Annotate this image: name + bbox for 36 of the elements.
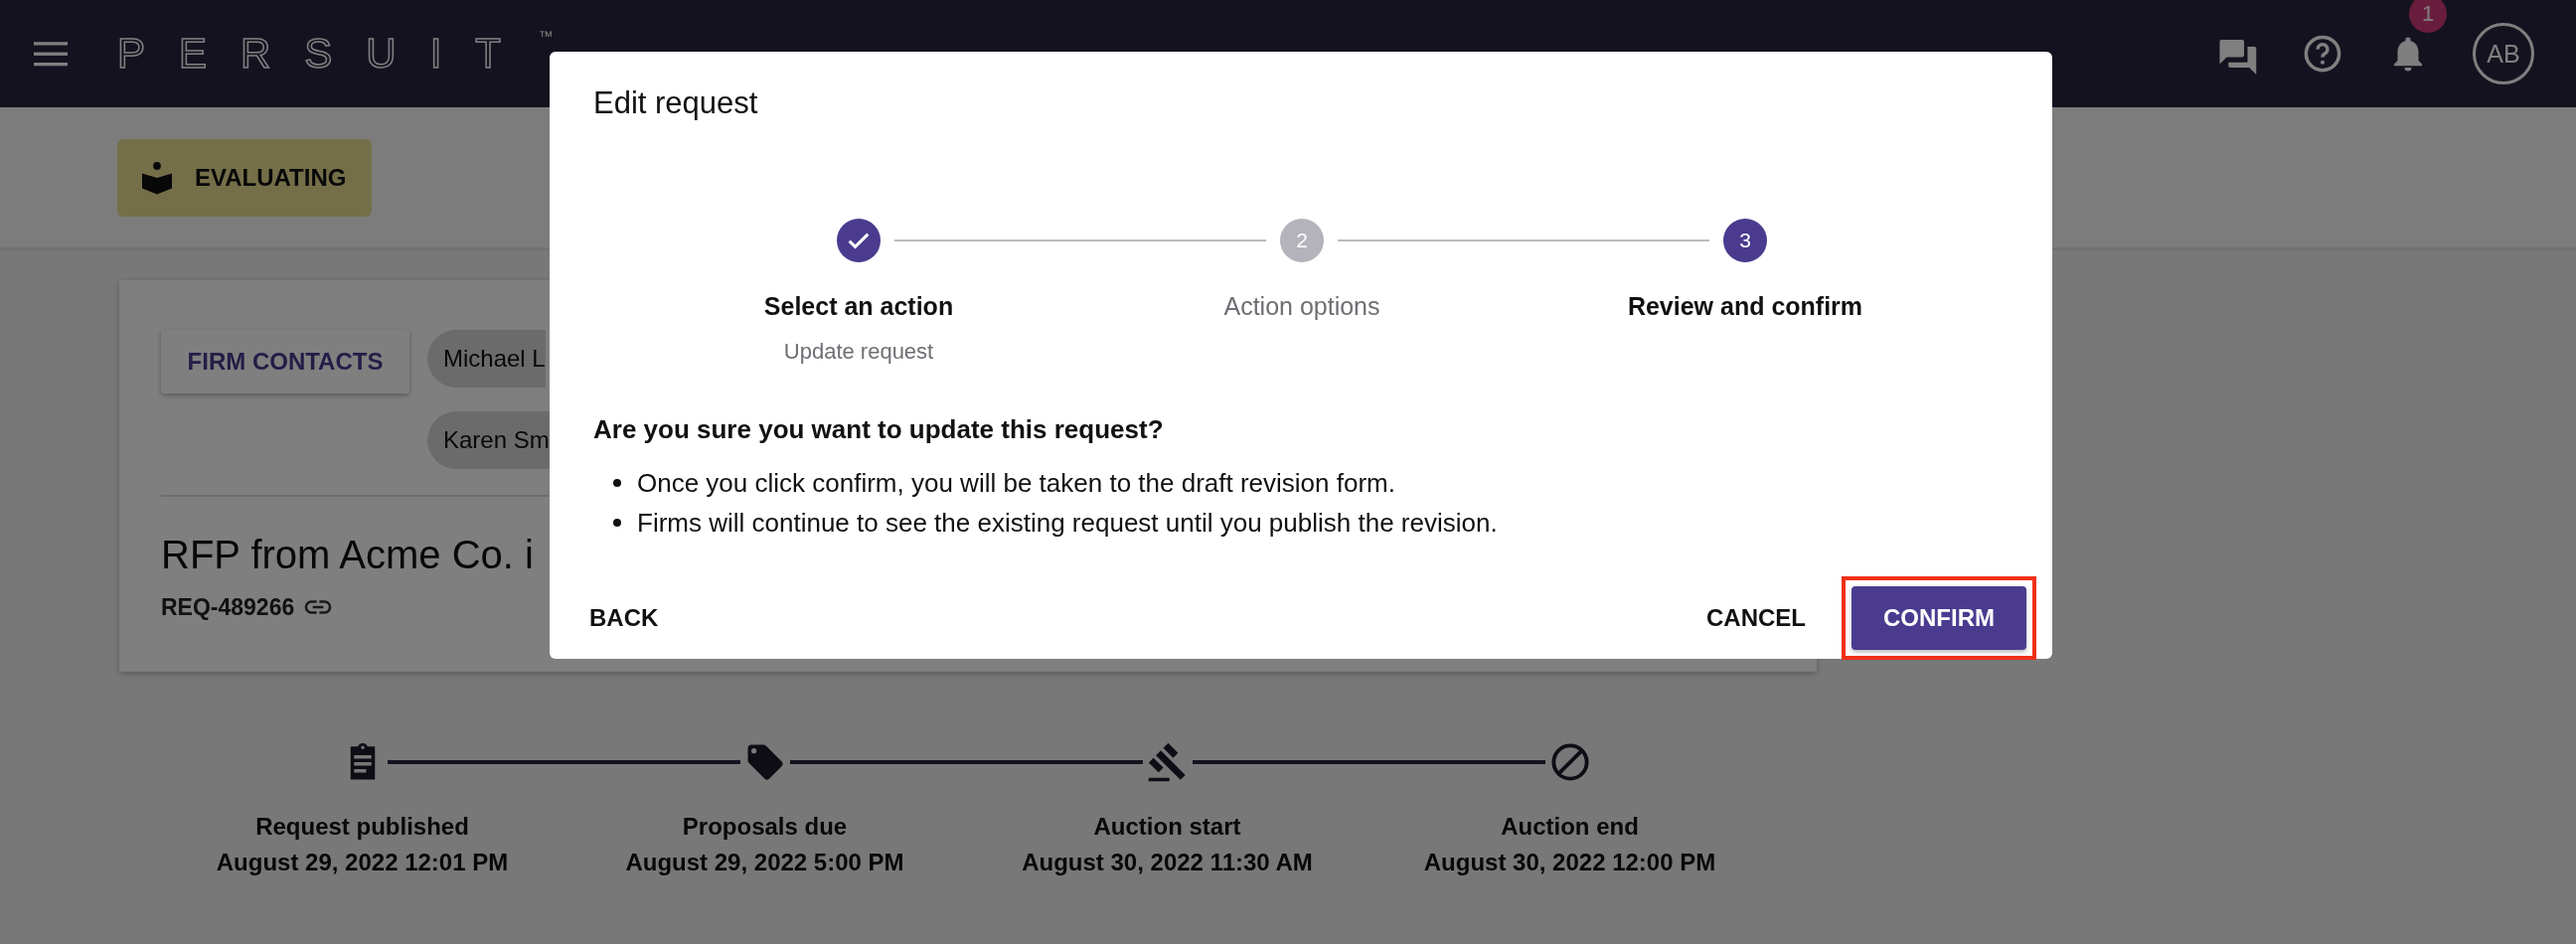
- user-avatar[interactable]: AB: [2473, 23, 2534, 84]
- bullet-icon: [613, 479, 621, 487]
- bullet-text: Firms will continue to see the existing request until you publish the revision.: [637, 507, 1498, 539]
- step-indicator: 2: [1280, 219, 1324, 262]
- notification-count: 1: [2409, 0, 2447, 33]
- confirm-button[interactable]: CONFIRM: [1852, 586, 2026, 650]
- request-title: RFP from Acme Co. i: [161, 533, 534, 577]
- step-subtitle: Update request: [783, 339, 934, 365]
- firm-contacts-button[interactable]: FIRM CONTACTS: [161, 330, 409, 393]
- step-indicator: 3: [1723, 219, 1767, 262]
- milestone-date: August 29, 2022 5:00 PM: [625, 849, 904, 876]
- trademark-sign: ™: [539, 28, 554, 44]
- contact-chip[interactable]: Michael L: [427, 330, 546, 388]
- dialog-title: Edit request: [593, 85, 759, 121]
- step-title: Action options: [1223, 292, 1380, 321]
- contact-chip[interactable]: Karen Sm: [427, 411, 550, 469]
- cancel-button[interactable]: CANCEL: [1706, 594, 1806, 642]
- step-title: Select an action: [763, 292, 954, 321]
- milestone-label: Proposals due: [682, 813, 848, 841]
- help-icon[interactable]: [2302, 33, 2343, 75]
- menu-icon[interactable]: [34, 41, 68, 67]
- status-label: EVALUATING: [195, 163, 347, 192]
- milestone-date: August 29, 2022 12:01 PM: [216, 849, 509, 876]
- milestone-label: Auction end: [1501, 813, 1639, 841]
- bullet-icon: [613, 519, 621, 527]
- milestone-label: Auction start: [1093, 813, 1241, 841]
- blocked-icon: [1548, 741, 1591, 783]
- milestone-date: August 30, 2022 12:00 PM: [1423, 849, 1716, 876]
- request-reference: REQ-489266: [161, 593, 295, 621]
- confirmation-question: Are you sure you want to update this request?: [593, 414, 1165, 445]
- brand-logo[interactable]: PERSUIT: [117, 30, 536, 78]
- milestone-label: Request published: [255, 813, 469, 841]
- step-title: Review and confirm: [1627, 292, 1863, 321]
- milestone-date: August 30, 2022 11:30 AM: [1022, 849, 1313, 876]
- bullet-text: Once you click confirm, you will be taken to the draft revision form.: [637, 467, 1395, 499]
- back-button[interactable]: BACK: [589, 594, 659, 642]
